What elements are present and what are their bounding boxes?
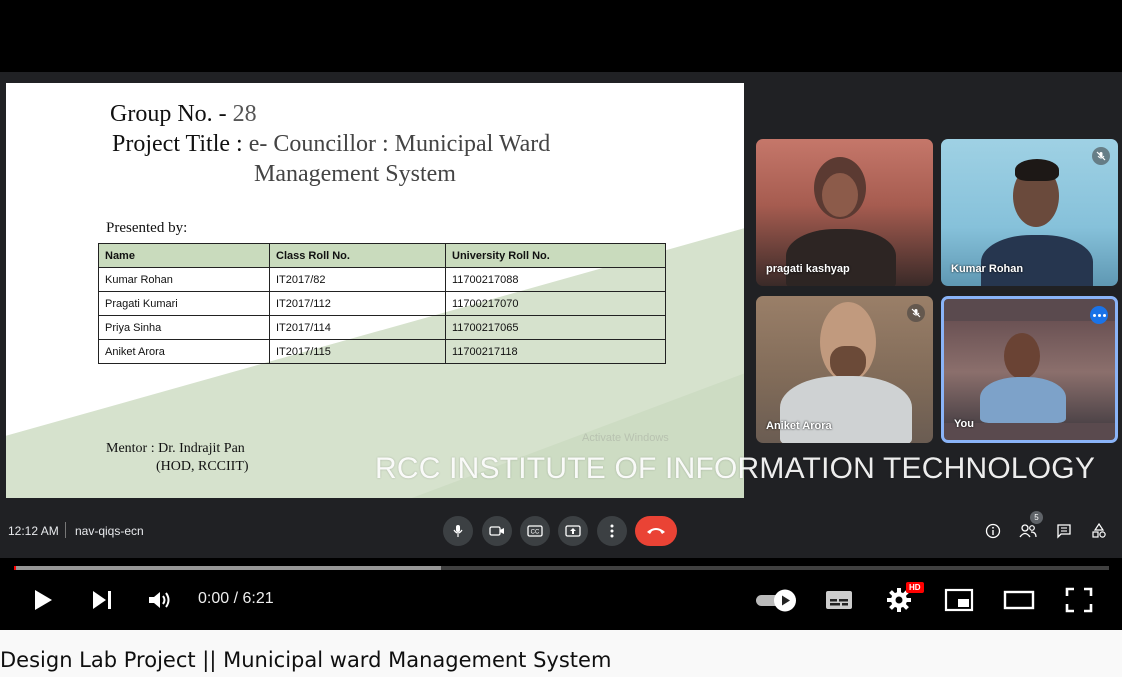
table-row: Priya Sinha IT2017/114 11700217065 bbox=[98, 315, 666, 340]
muted-mic-icon bbox=[1092, 147, 1110, 165]
volume-button[interactable] bbox=[146, 583, 174, 617]
table-cell: 11700217118 bbox=[445, 339, 666, 364]
buffered-progress bbox=[14, 566, 442, 570]
table-header-row: Name Class Roll No. University Roll No. bbox=[98, 243, 666, 268]
table-cell: Priya Sinha bbox=[98, 315, 270, 340]
participant-count-badge: 5 bbox=[1030, 511, 1043, 524]
played-progress bbox=[14, 566, 16, 570]
more-options-button[interactable] bbox=[597, 516, 627, 546]
participant-face bbox=[1004, 333, 1040, 379]
table-cell: IT2017/114 bbox=[269, 315, 446, 340]
participant-beard bbox=[830, 346, 866, 380]
autoplay-toggle[interactable] bbox=[754, 583, 800, 617]
participant-tile-you[interactable]: You bbox=[941, 296, 1118, 443]
participant-body bbox=[980, 377, 1066, 423]
table-header: Name bbox=[98, 243, 270, 268]
table-cell: IT2017/82 bbox=[269, 267, 446, 292]
mentor-name: Mentor : Dr. Indrajit Pan bbox=[106, 441, 245, 456]
hd-badge: HD bbox=[906, 582, 924, 593]
fullscreen-icon bbox=[1065, 587, 1093, 613]
subtitles-button[interactable] bbox=[824, 583, 854, 617]
title-label: Project Title : bbox=[112, 131, 249, 157]
self-video bbox=[944, 321, 1115, 423]
mic-icon bbox=[453, 525, 463, 537]
table-row: Kumar Rohan IT2017/82 11700217088 bbox=[98, 267, 666, 292]
table-cell: IT2017/112 bbox=[269, 291, 446, 316]
participant-tile-pragati[interactable]: pragati kashyap bbox=[756, 139, 933, 286]
presented-by: Presented by: bbox=[106, 220, 188, 236]
table-cell: 11700217088 bbox=[445, 267, 666, 292]
participant-name: You bbox=[954, 418, 974, 430]
participant-body bbox=[786, 229, 896, 286]
title-line1: e- Councillor : Municipal Ward bbox=[248, 131, 551, 157]
participant-body bbox=[981, 235, 1093, 286]
activities-icon[interactable] bbox=[1089, 521, 1109, 541]
table-row: Pragati Kumari IT2017/112 11700217070 bbox=[98, 291, 666, 316]
meeting-info-icon[interactable] bbox=[983, 521, 1003, 541]
present-button[interactable] bbox=[558, 516, 588, 546]
volume-icon bbox=[149, 592, 170, 608]
participant-name: pragati kashyap bbox=[766, 263, 850, 275]
camera-icon bbox=[489, 526, 504, 536]
people-icon[interactable] bbox=[1018, 521, 1038, 541]
present-icon bbox=[565, 525, 581, 537]
theater-icon bbox=[1003, 590, 1035, 610]
meet-divider bbox=[65, 522, 66, 538]
mic-button[interactable] bbox=[443, 516, 473, 546]
table-cell: 11700217070 bbox=[445, 291, 666, 316]
table-row: Aniket Arora IT2017/115 11700217118 bbox=[98, 339, 666, 364]
participant-tile-kumar[interactable]: Kumar Rohan bbox=[941, 139, 1118, 286]
participant-name: Kumar Rohan bbox=[951, 263, 1024, 275]
video-title: Design Lab Project || Municipal ward Man… bbox=[0, 648, 612, 672]
captions-icon: CC bbox=[527, 525, 543, 537]
activate-windows-text: Activate Windows bbox=[582, 432, 669, 444]
table-cell: 11700217065 bbox=[445, 315, 666, 340]
muted-mic-icon bbox=[907, 304, 925, 322]
mentor-title: (HOD, RCCIIT) bbox=[156, 459, 249, 474]
title-line2: Management System bbox=[254, 161, 456, 187]
participant-tile-aniket[interactable]: Aniket Arora bbox=[756, 296, 933, 443]
more-vert-icon bbox=[610, 524, 614, 538]
video-info: Design Lab Project || Municipal ward Man… bbox=[0, 630, 1122, 677]
meeting-code: nav-qiqs-ecn bbox=[75, 524, 144, 538]
table-cell: Kumar Rohan bbox=[98, 267, 270, 292]
end-call-button[interactable] bbox=[635, 516, 677, 546]
institute-watermark: RCC INSTITUTE OF INFORMATION TECHNOLOGY bbox=[375, 452, 1096, 485]
play-button[interactable] bbox=[30, 583, 56, 617]
table-cell: Pragati Kumari bbox=[98, 291, 270, 316]
play-icon bbox=[35, 590, 52, 610]
table-header: Class Roll No. bbox=[269, 243, 446, 268]
participant-body bbox=[780, 376, 912, 443]
meet-clock: 12:12 AM bbox=[8, 524, 59, 538]
slide-group: Group No. - 28 bbox=[110, 101, 257, 128]
members-table: Name Class Roll No. University Roll No. … bbox=[98, 243, 666, 364]
table-header: University Roll No. bbox=[445, 243, 666, 268]
table-cell: IT2017/115 bbox=[269, 339, 446, 364]
svg-text:CC: CC bbox=[531, 530, 540, 536]
subtitles-icon bbox=[826, 591, 852, 609]
participant-name: Aniket Arora bbox=[766, 420, 832, 432]
participant-face bbox=[822, 173, 858, 217]
shared-slide: Group No. - 28 Project Title : e- Counci… bbox=[6, 83, 744, 498]
camera-button[interactable] bbox=[482, 516, 512, 546]
group-label: Group No. - bbox=[110, 101, 233, 127]
autoplay-icon bbox=[756, 589, 796, 612]
slide-title: Project Title : e- Councillor : Municipa… bbox=[112, 131, 550, 158]
skip-next-icon bbox=[93, 591, 111, 609]
more-options-icon[interactable] bbox=[1090, 306, 1108, 324]
hang-up-icon bbox=[647, 528, 665, 534]
captions-button[interactable]: CC bbox=[520, 516, 550, 546]
fullscreen-button[interactable] bbox=[1064, 583, 1094, 617]
table-cell: Aniket Arora bbox=[98, 339, 270, 364]
theater-mode-button[interactable] bbox=[1003, 583, 1035, 617]
next-button[interactable] bbox=[90, 583, 114, 617]
miniplayer-button[interactable] bbox=[943, 583, 975, 617]
video-player[interactable]: Group No. - 28 Project Title : e- Counci… bbox=[0, 0, 1122, 630]
time-display: 0:00 / 6:21 bbox=[198, 590, 274, 607]
miniplayer-icon bbox=[944, 588, 974, 612]
group-number: 28 bbox=[232, 101, 257, 127]
chat-icon[interactable] bbox=[1054, 521, 1074, 541]
participant-hair bbox=[1015, 159, 1059, 181]
